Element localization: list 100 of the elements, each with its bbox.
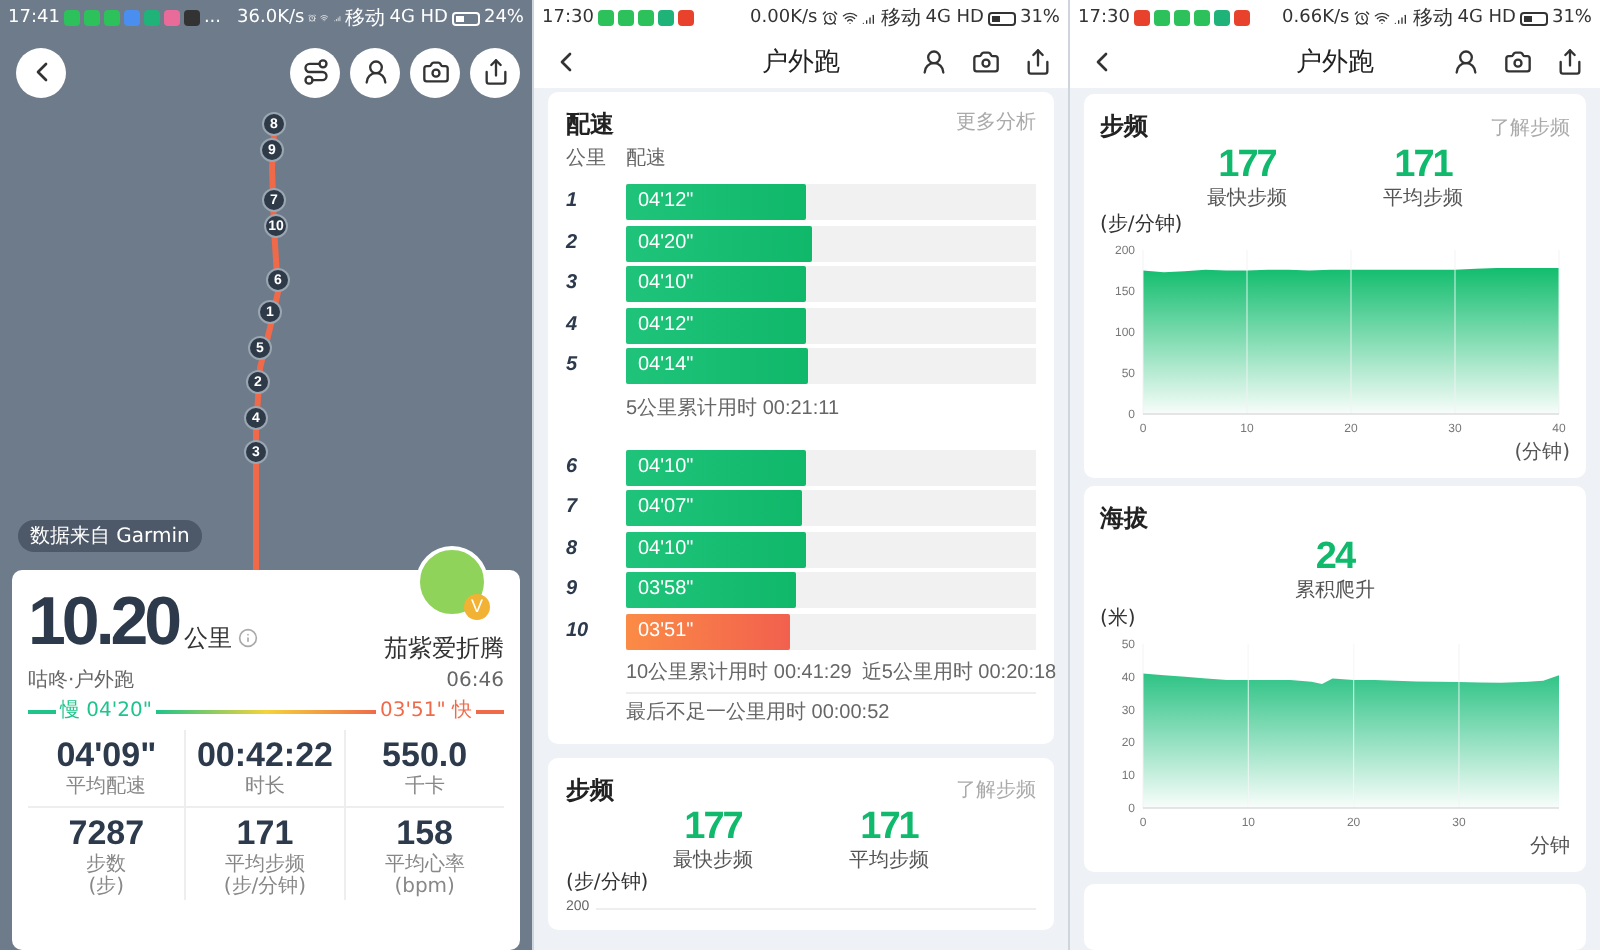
km-label: 1 <box>566 190 580 215</box>
pace-bar: 04'12" <box>626 307 807 344</box>
route-button[interactable] <box>290 47 340 97</box>
user-name: 茄紫爱折腾 <box>384 634 504 663</box>
person-icon[interactable] <box>361 58 389 86</box>
network-type: 4G HD <box>925 8 984 28</box>
pace-bar: 04'20" <box>626 225 813 262</box>
person-button[interactable] <box>350 47 400 97</box>
wifi-icon <box>1373 10 1390 26</box>
stat-value: 7287 <box>68 814 145 853</box>
stat-label: 步数 <box>86 853 127 876</box>
stat-label: 平均配速 <box>66 775 147 799</box>
screen-title: 户外跑 <box>1296 46 1374 80</box>
axis-unit: (步/分钟) <box>566 872 651 897</box>
battery-icon <box>987 11 1016 25</box>
back-button[interactable] <box>16 47 66 97</box>
battery-icon <box>451 11 480 25</box>
stat-label: 平均步频 <box>849 849 929 873</box>
stat-value: 171 <box>860 807 918 849</box>
distance-value: 10.20 <box>28 588 179 657</box>
km-label: 8 <box>566 537 580 562</box>
distance-unit: 公里 <box>184 623 233 653</box>
stat-value: 550.0 <box>382 736 468 775</box>
fast-pace-label: 03'51" 快 <box>380 700 472 725</box>
axis-unit: (步/分钟) <box>1100 211 1185 239</box>
pace-bar: 04'07" <box>626 490 803 527</box>
split-note: 5公里累计用时 00:21:11 <box>626 397 840 422</box>
stat-value: 158 <box>396 814 454 853</box>
wifi-icon <box>320 10 330 26</box>
axis-unit: (分钟) <box>1512 439 1570 467</box>
stat-value: 00:42:22 <box>196 736 334 775</box>
slow-pace-label: 慢 04'20" <box>60 700 152 725</box>
card-title: 配速 <box>566 110 614 139</box>
split-note: 10公里累计用时 00:41:29 <box>626 662 852 687</box>
stat-label: 最快步频 <box>1207 187 1287 211</box>
km-label: 5 <box>566 354 580 379</box>
km-label: 10 <box>566 619 591 644</box>
km-label: 3 <box>566 272 580 297</box>
card-title: 步频 <box>566 776 614 806</box>
card-title: 海拔 <box>1100 502 1148 537</box>
signal-icon <box>861 10 878 26</box>
pace-bar: 04'14" <box>626 348 809 385</box>
legend-line <box>28 710 56 715</box>
stat-value: 171 <box>1394 146 1452 187</box>
network-type: 4G HD <box>1457 8 1516 28</box>
share-icon[interactable] <box>481 58 509 86</box>
share-button[interactable] <box>1024 48 1052 76</box>
stat-value: 24 <box>1315 538 1355 579</box>
stat-label: 平均步频 <box>1383 187 1463 211</box>
stat-unit: (步) <box>88 876 125 900</box>
km-label: 7 <box>566 496 580 521</box>
route-icon[interactable] <box>301 58 329 86</box>
pace-bar: 04'10" <box>626 266 807 303</box>
stat-label: 平均步频 <box>224 853 305 876</box>
person-button[interactable] <box>920 48 948 76</box>
axis-unit: 分钟 <box>1528 833 1570 860</box>
alarm-icon <box>821 10 838 26</box>
stat-label: 最快步频 <box>673 849 753 873</box>
network-speed: 0.66K/s <box>1282 8 1350 28</box>
pace-bar: 04'10" <box>626 449 807 486</box>
camera-button[interactable] <box>1504 48 1532 76</box>
status-time: 17:41 <box>8 8 60 28</box>
camera-button[interactable] <box>410 47 460 97</box>
stat-value: 171 <box>236 814 294 853</box>
km-label: 6 <box>566 455 580 480</box>
pace-bar: 03'51" <box>626 613 790 650</box>
pace-bar: 04'10" <box>626 531 807 568</box>
battery-percent: 31% <box>1019 8 1060 28</box>
signal-icon <box>333 10 342 26</box>
share-button[interactable] <box>1556 48 1584 76</box>
pace-bar: 03'58" <box>626 572 797 609</box>
battery-icon <box>1519 11 1548 25</box>
stat-unit: (bpm) <box>394 876 455 900</box>
status-time: 17:30 <box>542 8 594 28</box>
camera-button[interactable] <box>972 48 1000 76</box>
km-label: 4 <box>566 313 580 338</box>
share-button[interactable] <box>470 47 520 97</box>
battery-percent: 31% <box>1551 8 1592 28</box>
km-label: 9 <box>566 578 580 603</box>
battery-percent: 24% <box>483 8 524 28</box>
split-note: 近5公里用时 00:20:18 <box>861 662 1057 687</box>
carrier-name: 移动 <box>1413 6 1454 32</box>
stat-unit: (步/分钟) <box>223 876 307 900</box>
stat-label: 千卡 <box>404 775 445 799</box>
column-header: 配速 <box>626 148 668 173</box>
pace-bar: 04'12" <box>626 184 807 221</box>
axis-unit: (米) <box>1100 605 1138 632</box>
stat-value: 177 <box>684 807 742 849</box>
camera-icon[interactable] <box>421 58 449 86</box>
legend-line <box>476 710 504 715</box>
more-notifications: ... <box>203 8 222 28</box>
start-time: 06:46 <box>446 670 504 695</box>
person-button[interactable] <box>1452 48 1480 76</box>
wifi-icon <box>841 10 858 26</box>
source-app: 咕咚·户外跑 <box>28 670 135 695</box>
network-speed: 36.0K/s <box>237 8 305 28</box>
carrier-name: 移动 <box>881 6 922 32</box>
stat-label: 时长 <box>244 775 285 799</box>
status-time: 17:30 <box>1078 8 1130 28</box>
split-note: 最后不足一公里用时 00:00:52 <box>626 702 890 727</box>
